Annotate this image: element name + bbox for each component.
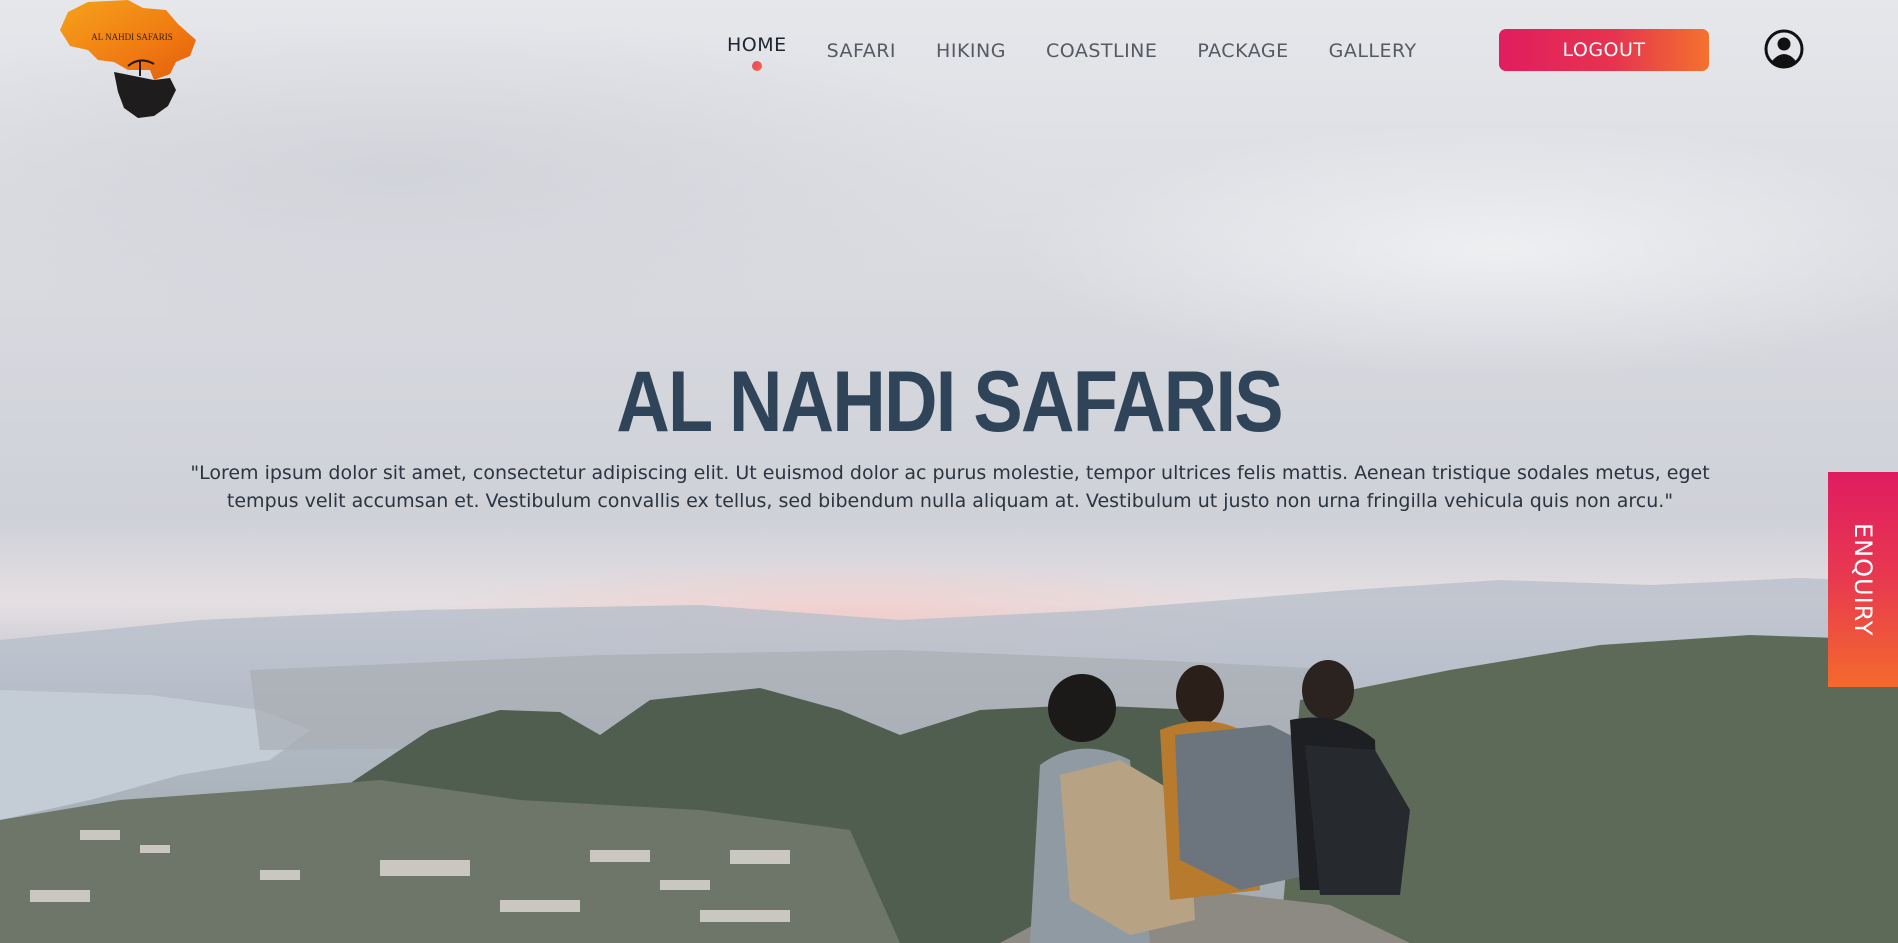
hero-title: AL NAHDI SAFARIS — [616, 354, 1283, 450]
logout-button[interactable]: LOGOUT — [1499, 29, 1709, 71]
landscape-image — [0, 578, 1898, 943]
enquiry-tab[interactable]: ENQUIRY — [1828, 472, 1898, 687]
africa-map-logo[interactable]: AL NAHDI SAFARIS — [58, 0, 200, 120]
user-circle-icon[interactable] — [1764, 29, 1804, 69]
nav-safari[interactable]: SAFARI — [827, 30, 896, 62]
nav-coastline[interactable]: COASTLINE — [1046, 30, 1157, 62]
nav-gallery[interactable]: GALLERY — [1329, 30, 1417, 62]
nav-package[interactable]: PACKAGE — [1197, 30, 1288, 62]
enquiry-label: ENQUIRY — [1849, 522, 1877, 637]
active-indicator-dot — [751, 61, 762, 71]
nav-home[interactable]: HOME — [727, 30, 787, 71]
nav-hiking[interactable]: HIKING — [936, 30, 1006, 62]
hero-description: "Lorem ipsum dolor sit amet, consectetur… — [190, 462, 1710, 512]
logo-text: AL NAHDI SAFARIS — [91, 32, 173, 42]
main-nav: HOME SAFARI HIKING COASTLINE PACKAGE GAL… — [727, 30, 1457, 71]
nav-home-label: HOME — [727, 34, 787, 56]
